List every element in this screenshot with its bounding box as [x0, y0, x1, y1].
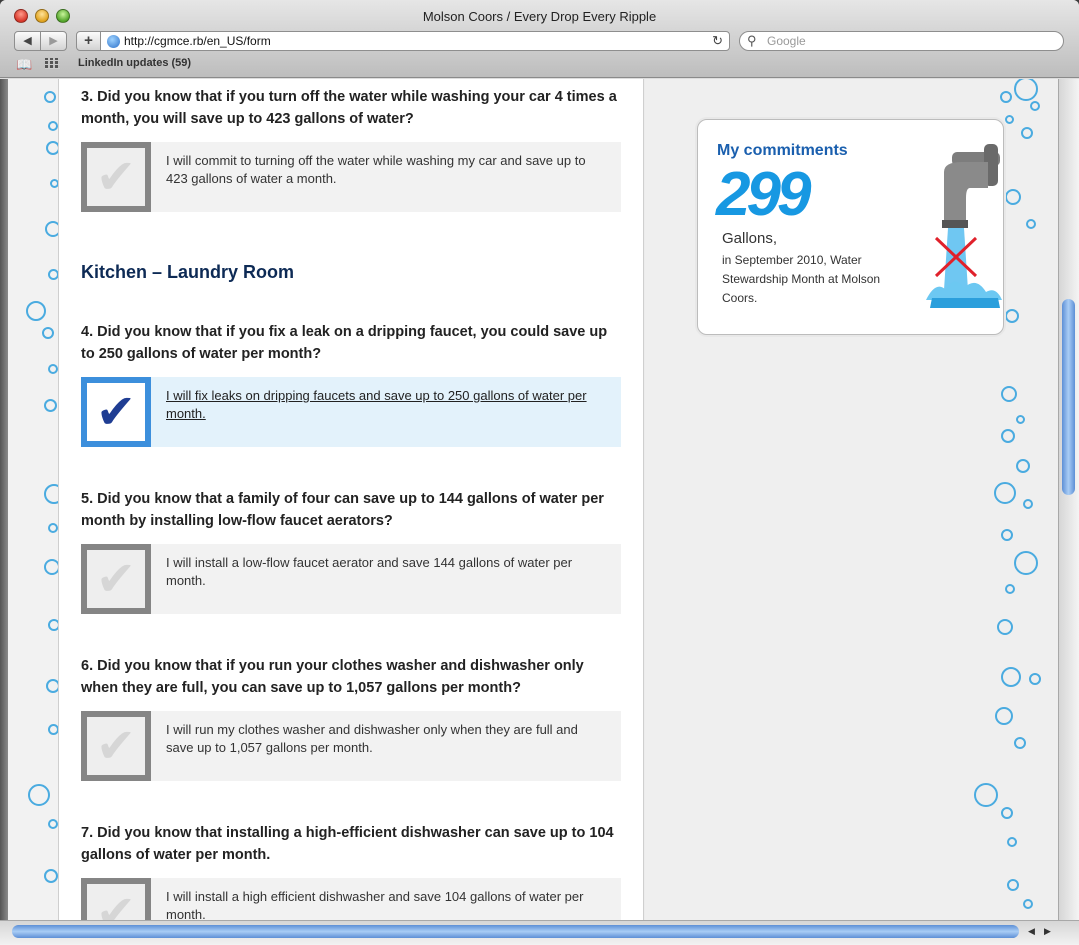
- commitment-text[interactable]: I will install a high efficient dishwash…: [166, 888, 606, 920]
- question-4: 4. Did you know that if you fix a leak o…: [81, 324, 608, 362]
- bubble: [1001, 667, 1021, 687]
- bubble: [1001, 386, 1017, 402]
- bubble: [1023, 499, 1033, 509]
- bubble: [1005, 309, 1019, 323]
- bubble: [26, 301, 46, 321]
- bubble: [1021, 127, 1033, 139]
- background-window-edge: [0, 79, 8, 920]
- bubble: [1026, 219, 1036, 229]
- bubble: [1014, 737, 1026, 749]
- bubble: [44, 399, 57, 412]
- bubble: [1030, 101, 1040, 111]
- commitment-card-5[interactable]: ✔ I will install a low-flow faucet aerat…: [81, 544, 621, 614]
- bubble: [1007, 879, 1019, 891]
- bubble: [48, 523, 58, 533]
- scroll-left-arrow-icon[interactable]: ◀: [1028, 926, 1035, 937]
- commitment-card-7[interactable]: ✔ I will install a high efficient dishwa…: [81, 878, 621, 920]
- commitment-checkbox[interactable]: ✔: [81, 711, 151, 781]
- commitments-title: My commitments: [717, 142, 848, 159]
- bubble: [42, 327, 54, 339]
- search-field[interactable]: ⚲ Google: [739, 31, 1064, 51]
- vertical-scrollbar[interactable]: [1058, 79, 1079, 920]
- question-3: 3. Did you know that if you turn off the…: [81, 89, 617, 127]
- bubble: [44, 91, 56, 103]
- gallons-unit: Gallons,: [722, 230, 778, 247]
- commitment-card-6[interactable]: ✔ I will run my clothes washer and dishw…: [81, 711, 621, 781]
- bubble: [48, 819, 58, 829]
- add-bookmark-button[interactable]: +: [76, 31, 101, 51]
- bubble: [48, 121, 58, 131]
- commitment-checkbox[interactable]: ✔: [81, 377, 151, 447]
- bubble: [28, 784, 50, 806]
- scroll-right-arrow-icon[interactable]: ▶: [1044, 926, 1051, 937]
- bubble: [1016, 415, 1025, 424]
- checkmark-icon: ✔: [95, 384, 137, 440]
- commitment-card-3[interactable]: ✔ I will commit to turning off the water…: [81, 142, 621, 212]
- section-title: Kitchen – Laundry Room: [81, 262, 295, 282]
- bubble: [994, 482, 1016, 504]
- bookmark-linkedin-updates[interactable]: LinkedIn updates (59): [78, 57, 191, 69]
- bubble: [48, 364, 58, 374]
- bubble: [1000, 91, 1012, 103]
- commitment-text[interactable]: I will commit to turning off the water w…: [166, 152, 606, 188]
- checkmark-icon: ✔: [95, 885, 137, 920]
- commitment-text[interactable]: I will install a low-flow faucet aerator…: [166, 554, 606, 590]
- search-placeholder: Google: [767, 34, 806, 48]
- commitment-checkbox[interactable]: ✔: [81, 544, 151, 614]
- horizontal-scrollbar[interactable]: ◀ ▶: [0, 920, 1079, 945]
- checkmark-icon: ✔: [95, 551, 137, 607]
- checkmark-icon: ✔: [95, 149, 137, 205]
- commitments-description: in September 2010, Water Stewardship Mon…: [722, 253, 881, 305]
- commitment-checkbox[interactable]: ✔: [81, 142, 151, 212]
- question-6: 6. Did you know that if you run your clo…: [81, 658, 584, 696]
- globe-icon: [107, 35, 120, 48]
- page-viewport: 3. Did you know that if you turn off the…: [0, 79, 1058, 920]
- commitments-summary-card: My commitments 299 Gallons, in September…: [697, 119, 1004, 335]
- bubble: [974, 783, 998, 807]
- title-bar: Molson Coors / Every Drop Every Ripple ◀…: [0, 0, 1079, 78]
- bubble: [997, 619, 1013, 635]
- commitment-checkbox[interactable]: ✔: [81, 878, 151, 920]
- commitment-link[interactable]: I will fix leaks on dripping faucets and…: [166, 387, 606, 423]
- checkmark-icon: ✔: [95, 718, 137, 774]
- address-bar[interactable]: http://cgmce.rb/en_US/form ↻: [100, 31, 730, 51]
- commitment-text[interactable]: I will run my clothes washer and dishwas…: [166, 721, 606, 757]
- bubble: [1029, 673, 1041, 685]
- commitment-card-4[interactable]: ✔ I will fix leaks on dripping faucets a…: [81, 377, 621, 447]
- bubble: [1023, 899, 1033, 909]
- bubble: [44, 869, 58, 883]
- reload-icon[interactable]: ↻: [712, 33, 723, 49]
- browser-window: Molson Coors / Every Drop Every Ripple ◀…: [0, 0, 1079, 945]
- bubble: [1014, 79, 1038, 101]
- grid-icon[interactable]: [45, 58, 60, 69]
- horizontal-scroll-thumb[interactable]: [12, 925, 1019, 938]
- address-text: http://cgmce.rb/en_US/form: [124, 34, 271, 48]
- window-title: Molson Coors / Every Drop Every Ripple: [422, 9, 657, 24]
- bubble: [1014, 551, 1038, 575]
- left-bubble-panel: [8, 79, 64, 920]
- faucet-icon: [926, 144, 1002, 308]
- back-button[interactable]: ◀: [14, 31, 41, 51]
- search-icon: ⚲: [747, 33, 757, 48]
- question-5: 5. Did you know that a family of four ca…: [81, 491, 604, 529]
- bubble: [1016, 459, 1030, 473]
- forward-button[interactable]: ▶: [40, 31, 67, 51]
- bubble: [1001, 429, 1015, 443]
- question-7: 7. Did you know that installing a high-e…: [81, 825, 614, 863]
- bubble: [1001, 529, 1013, 541]
- book-icon[interactable]: 📖: [16, 57, 32, 73]
- bubble: [1005, 584, 1015, 594]
- vertical-scroll-thumb[interactable]: [1062, 299, 1075, 495]
- gallons-total: 299: [716, 160, 811, 229]
- bubble: [1001, 807, 1013, 819]
- bubble: [1005, 115, 1014, 124]
- bubble: [995, 707, 1013, 725]
- bubble: [1007, 837, 1017, 847]
